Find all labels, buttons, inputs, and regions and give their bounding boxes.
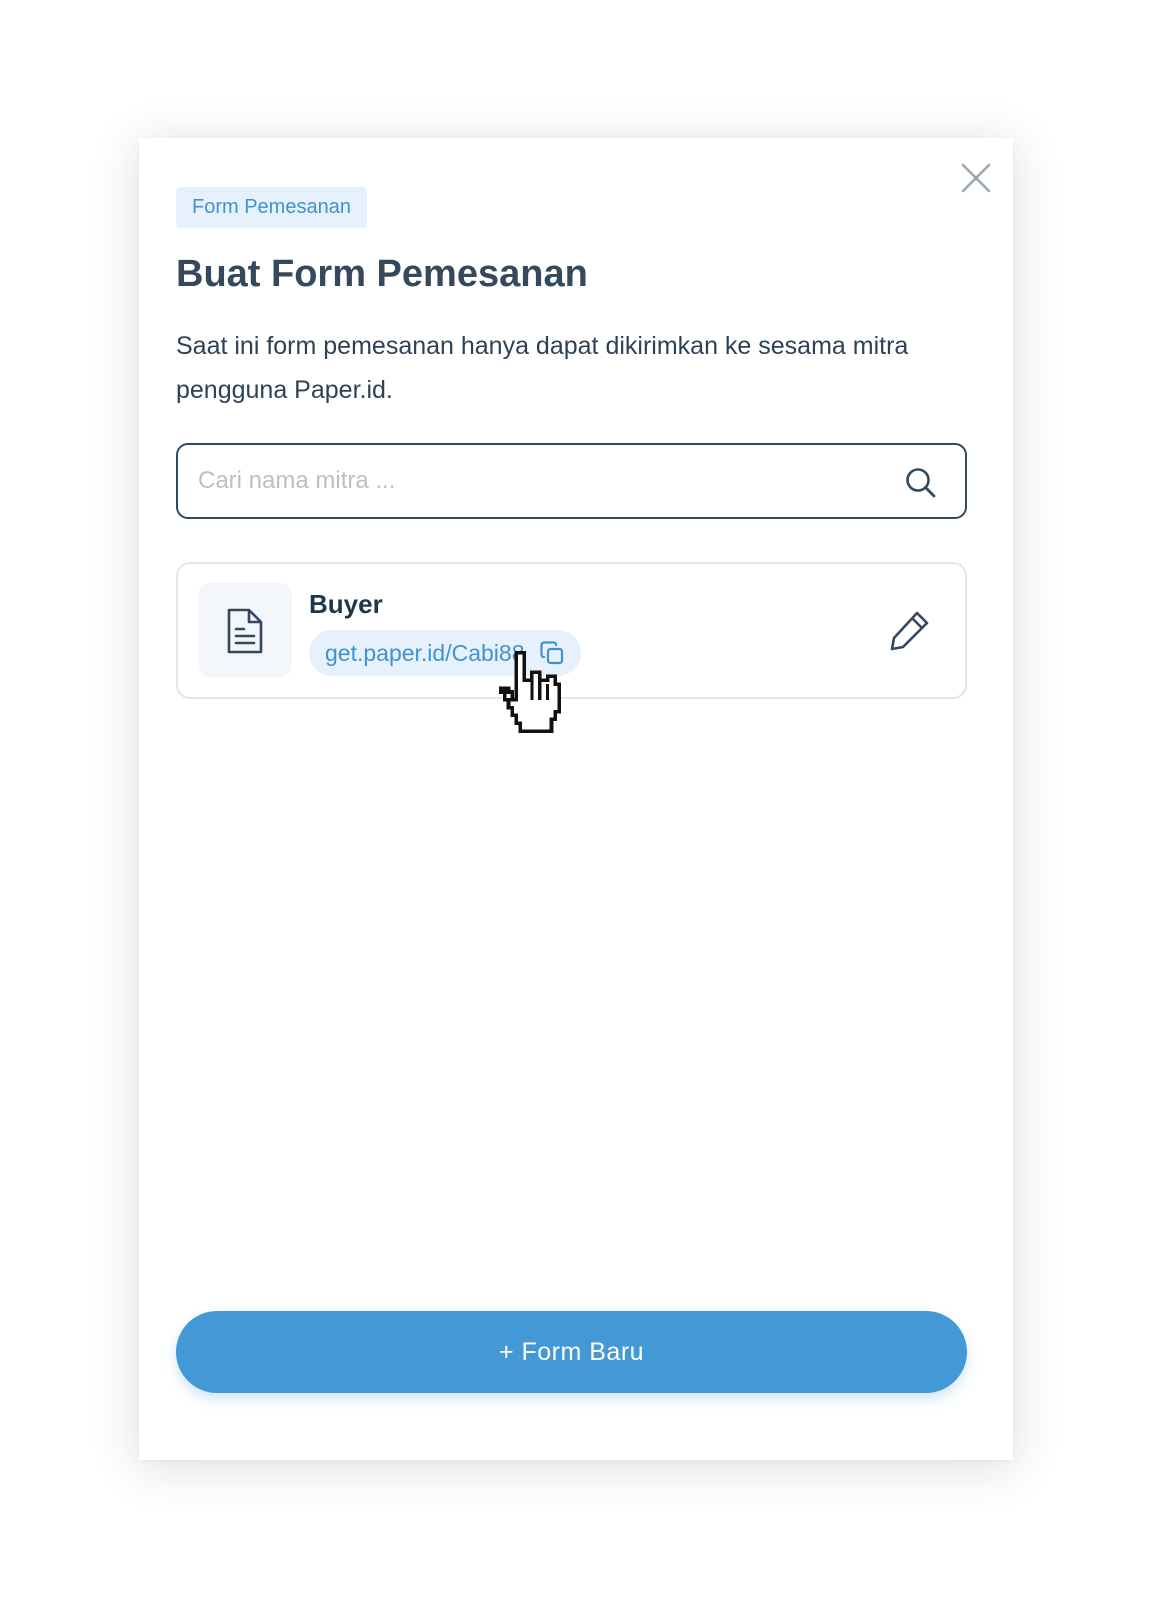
search-input[interactable] bbox=[198, 445, 878, 517]
form-list-item: Buyer get.paper.id/Cabi88 bbox=[176, 562, 967, 699]
pencil-icon bbox=[890, 611, 929, 651]
new-form-button[interactable]: + Form Baru bbox=[176, 1311, 967, 1393]
form-link[interactable]: get.paper.id/Cabi88 bbox=[325, 630, 525, 676]
close-button[interactable] bbox=[954, 156, 998, 200]
modal-description: Saat ini form pemesanan hanya dapat diki… bbox=[176, 332, 909, 404]
copy-icon[interactable] bbox=[539, 640, 565, 666]
search-field[interactable] bbox=[176, 443, 967, 519]
search-icon[interactable] bbox=[904, 466, 938, 500]
modal-tag: Form Pemesanan bbox=[176, 187, 367, 228]
form-name: Buyer bbox=[309, 589, 383, 619]
document-icon bbox=[227, 608, 263, 654]
edit-form-button[interactable] bbox=[888, 608, 932, 652]
form-link-chip[interactable]: get.paper.id/Cabi88 bbox=[309, 630, 581, 676]
modal-title: Buat Form Pemesanan bbox=[176, 253, 588, 295]
document-icon-container bbox=[198, 583, 292, 677]
create-order-form-modal: Form Pemesanan Buat Form Pemesanan Saat … bbox=[139, 138, 1013, 1460]
close-icon bbox=[961, 163, 991, 193]
